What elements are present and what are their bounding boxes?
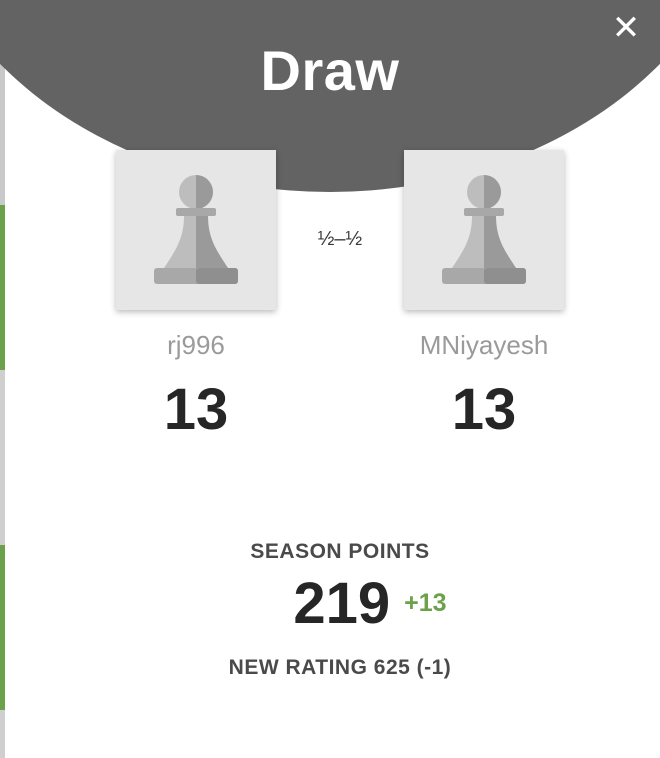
season-points-label: SEASON POINTS [250,540,430,563]
pawn-icon [442,175,526,284]
new-rating-text: NEW RATING 625 (-1) [228,656,452,679]
player-username-right[interactable]: MNiyayesh [374,330,594,361]
match-score: ½–½ [317,228,363,250]
player-avatar-left [116,150,276,310]
result-title: Draw [260,39,400,102]
player-username-left[interactable]: rj996 [86,330,306,361]
player-avatar-right [404,150,564,310]
season-points-row: 219 +13 [0,570,660,637]
season-points-delta: +13 [404,589,447,617]
season-points-value: 219 [293,571,391,636]
close-icon[interactable]: ✕ [608,10,644,46]
player-points-right: 13 [451,377,517,442]
board-edge [0,0,5,758]
player-points-left: 13 [163,377,229,442]
game-over-modal: Draw ✕ ½–½ rj996 MNiyayesh 13 13 SEASON … [0,0,660,758]
pawn-icon [154,175,238,284]
